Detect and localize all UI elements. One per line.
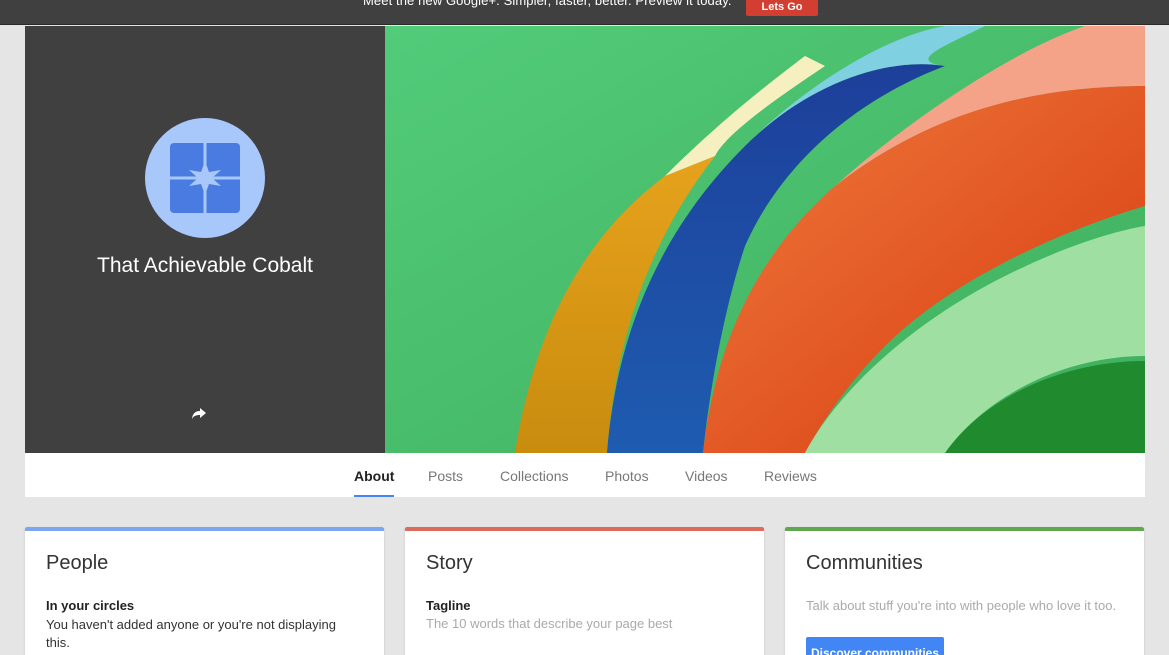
promo-bar: Meet the new Google+. Simpler, faster, b… [0,0,1169,25]
tab-reviews[interactable]: Reviews [764,453,817,497]
cover-photo [385,26,1145,453]
tab-photos[interactable]: Photos [605,453,649,497]
profile-header: That Achievable Cobalt [25,26,385,453]
discover-communities-button[interactable]: Discover communities [806,637,944,655]
story-card: Story Tagline The 10 words that describe… [405,527,764,655]
share-icon[interactable] [189,403,209,423]
page-logo-icon [170,143,240,213]
story-card-subhead: Tagline [426,598,471,613]
people-card-title: People [46,552,109,574]
story-tagline-placeholder[interactable]: The 10 words that describe your page bes… [426,616,672,631]
communities-card-title: Communities [806,552,923,574]
communities-card: Communities Talk about stuff you're into… [785,527,1144,655]
story-card-accent [405,527,764,531]
story-card-title: Story [426,552,473,574]
people-card-accent [25,527,384,531]
promo-message: Meet the new Google+. Simpler, faster, b… [363,0,732,8]
lets-go-button[interactable]: Lets Go [746,0,818,16]
tab-about[interactable]: About [354,453,395,497]
people-card-subhead: In your circles [46,598,135,613]
cover-photo-folded-paper [385,26,1145,453]
tab-collections[interactable]: Collections [500,453,568,497]
avatar[interactable] [145,118,265,238]
people-card: People In your circles You haven't added… [25,527,384,655]
people-card-body: You haven't added anyone or you're not d… [46,617,336,650]
tab-posts[interactable]: Posts [428,453,463,497]
communities-card-accent [785,527,1144,531]
communities-card-body: Talk about stuff you're into with people… [806,598,1117,613]
tab-videos[interactable]: Videos [685,453,728,497]
profile-tabs: About Posts Collections Photos Videos Re… [25,453,1145,497]
page-name: That Achievable Cobalt [97,254,313,277]
